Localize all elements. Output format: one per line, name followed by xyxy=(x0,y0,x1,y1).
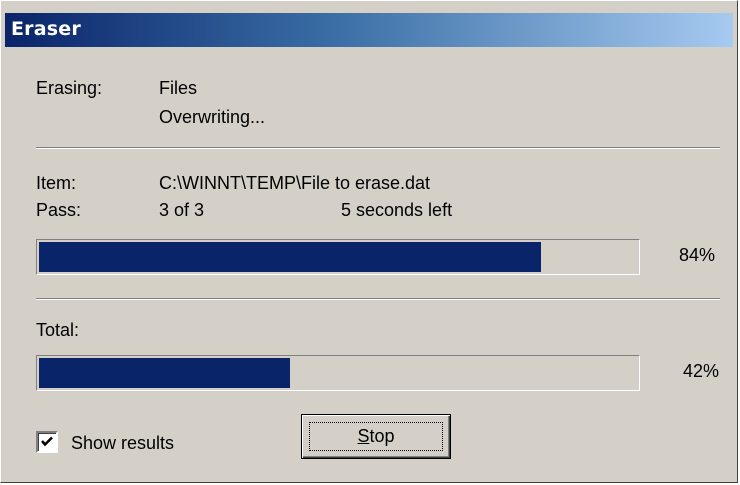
stop-button[interactable]: Stop xyxy=(301,414,451,459)
time-left: 5 seconds left xyxy=(341,200,453,220)
separator-top xyxy=(36,147,720,149)
item-path: C:\WINNT\TEMP\File to erase.dat xyxy=(159,173,431,193)
stop-button-rest: top xyxy=(369,426,395,446)
pass-label: Pass: xyxy=(36,200,82,220)
checkmark-icon xyxy=(41,436,53,447)
total-label: Total: xyxy=(36,320,80,340)
pass-progress-bar xyxy=(36,239,640,275)
pass-value: 3 of 3 xyxy=(159,200,205,220)
total-percent: 42% xyxy=(683,361,720,381)
show-results-label[interactable]: Show results xyxy=(71,433,174,454)
pass-progress-fill xyxy=(39,242,542,272)
erasing-label: Erasing: xyxy=(36,78,103,98)
pass-percent: 84% xyxy=(679,245,716,265)
item-label: Item: xyxy=(36,173,77,193)
erasing-value: Files xyxy=(159,78,198,98)
stop-button-accel: S xyxy=(357,426,370,446)
window-title: Eraser xyxy=(11,18,81,40)
total-progress-bar xyxy=(36,355,640,391)
separator-middle xyxy=(36,298,720,300)
show-results-checkbox[interactable] xyxy=(36,431,58,453)
title-bar[interactable]: Eraser xyxy=(5,13,733,47)
stop-button-label: Stop xyxy=(309,422,443,451)
total-progress-fill xyxy=(39,358,291,388)
operation-status: Overwriting... xyxy=(159,107,266,127)
eraser-dialog: Eraser Erasing: Files Overwriting... Ite… xyxy=(0,0,738,483)
